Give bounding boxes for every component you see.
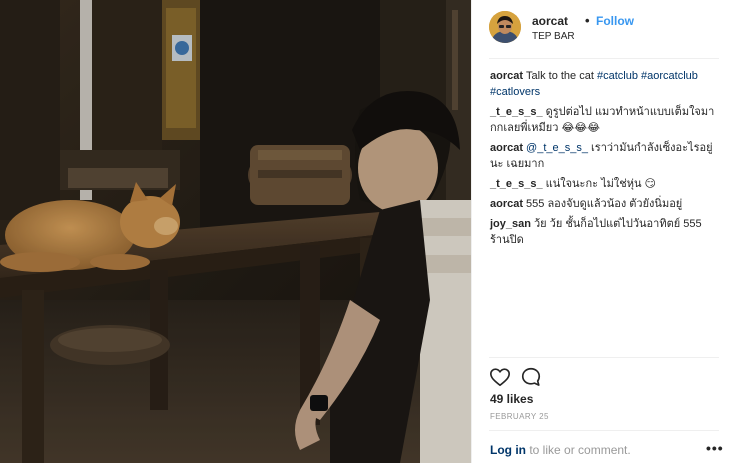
follow-button[interactable]: Follow <box>596 14 634 28</box>
hashtag-link[interactable]: #aorcatclub <box>641 70 698 82</box>
login-link[interactable]: Log in <box>490 443 526 457</box>
login-prompt-text: to like or comment. <box>529 443 631 457</box>
author-username[interactable]: aorcat <box>532 14 568 28</box>
hashtag-link[interactable]: #catlovers <box>490 86 540 98</box>
comment-username[interactable]: _t_e_s_s_ <box>490 106 543 118</box>
comments-list: aorcat Talk to the cat #catclub #aorcatcl… <box>490 68 720 252</box>
footer-divider <box>489 430 719 431</box>
post-photo[interactable] <box>0 0 471 463</box>
comment-item: aorcat @_t_e_s_s_ เราว่ามันกำลังเซ็งอะไรอ… <box>490 140 720 172</box>
login-prompt: Log in to like or comment. <box>490 443 631 457</box>
comment-item: _t_e_s_s_ ดูรูปต่อไป แมวทำหน้าแบบเต็มใจมา… <box>490 104 720 136</box>
post-header: aorcat • Follow TEP BAR <box>489 11 721 45</box>
comment-text: แน่ใจนะกะ ไม่ใช่หุ่น 😏 <box>545 178 657 190</box>
post-date: FEBRUARY 25 <box>490 412 549 421</box>
caption-username[interactable]: aorcat <box>490 70 523 82</box>
post-side-panel: aorcat • Follow TEP BAR aorcat Talk to th… <box>472 0 736 463</box>
caption: aorcat Talk to the cat #catclub #aorcatcl… <box>490 68 720 100</box>
avatar-image-icon <box>489 11 521 43</box>
comment-item: joy_san ว้ย ว้ย ชั้นก็อไปแต่ไปวันอาทิตย์ … <box>490 216 720 248</box>
comment-text: 555 ลองจับดูแล้วน้อง ตัวยังนิ่มอยู่ <box>526 198 683 210</box>
avatar[interactable] <box>489 11 521 43</box>
comment-username[interactable]: aorcat <box>490 142 523 154</box>
location-link[interactable]: TEP BAR <box>532 31 575 42</box>
heart-icon[interactable] <box>489 366 511 388</box>
actions-divider <box>489 357 719 358</box>
comment-username[interactable]: _t_e_s_s_ <box>490 178 543 190</box>
caption-text: Talk to the cat <box>526 70 594 82</box>
likes-count[interactable]: 49 likes <box>490 392 533 406</box>
comment-item: _t_e_s_s_ แน่ใจนะกะ ไม่ใช่หุ่น 😏 <box>490 176 720 192</box>
comment-username[interactable]: joy_san <box>490 218 531 230</box>
separator-dot: • <box>585 13 590 28</box>
header-divider <box>489 58 719 59</box>
mention-link[interactable]: @_t_e_s_s_ <box>526 142 588 154</box>
comment-icon[interactable] <box>520 366 542 388</box>
comment-username[interactable]: aorcat <box>490 198 523 210</box>
more-options-button[interactable]: ••• <box>706 440 724 456</box>
comment-text: เราว่ามันกำลังเซ็งอะไรอยู่นะ เฉยมาก <box>490 142 713 170</box>
cat-on-table-photo <box>0 0 471 463</box>
comment-item: aorcat 555 ลองจับดูแล้วน้อง ตัวยังนิ่มอยู… <box>490 196 720 212</box>
hashtag-link[interactable]: #catclub <box>597 70 638 82</box>
